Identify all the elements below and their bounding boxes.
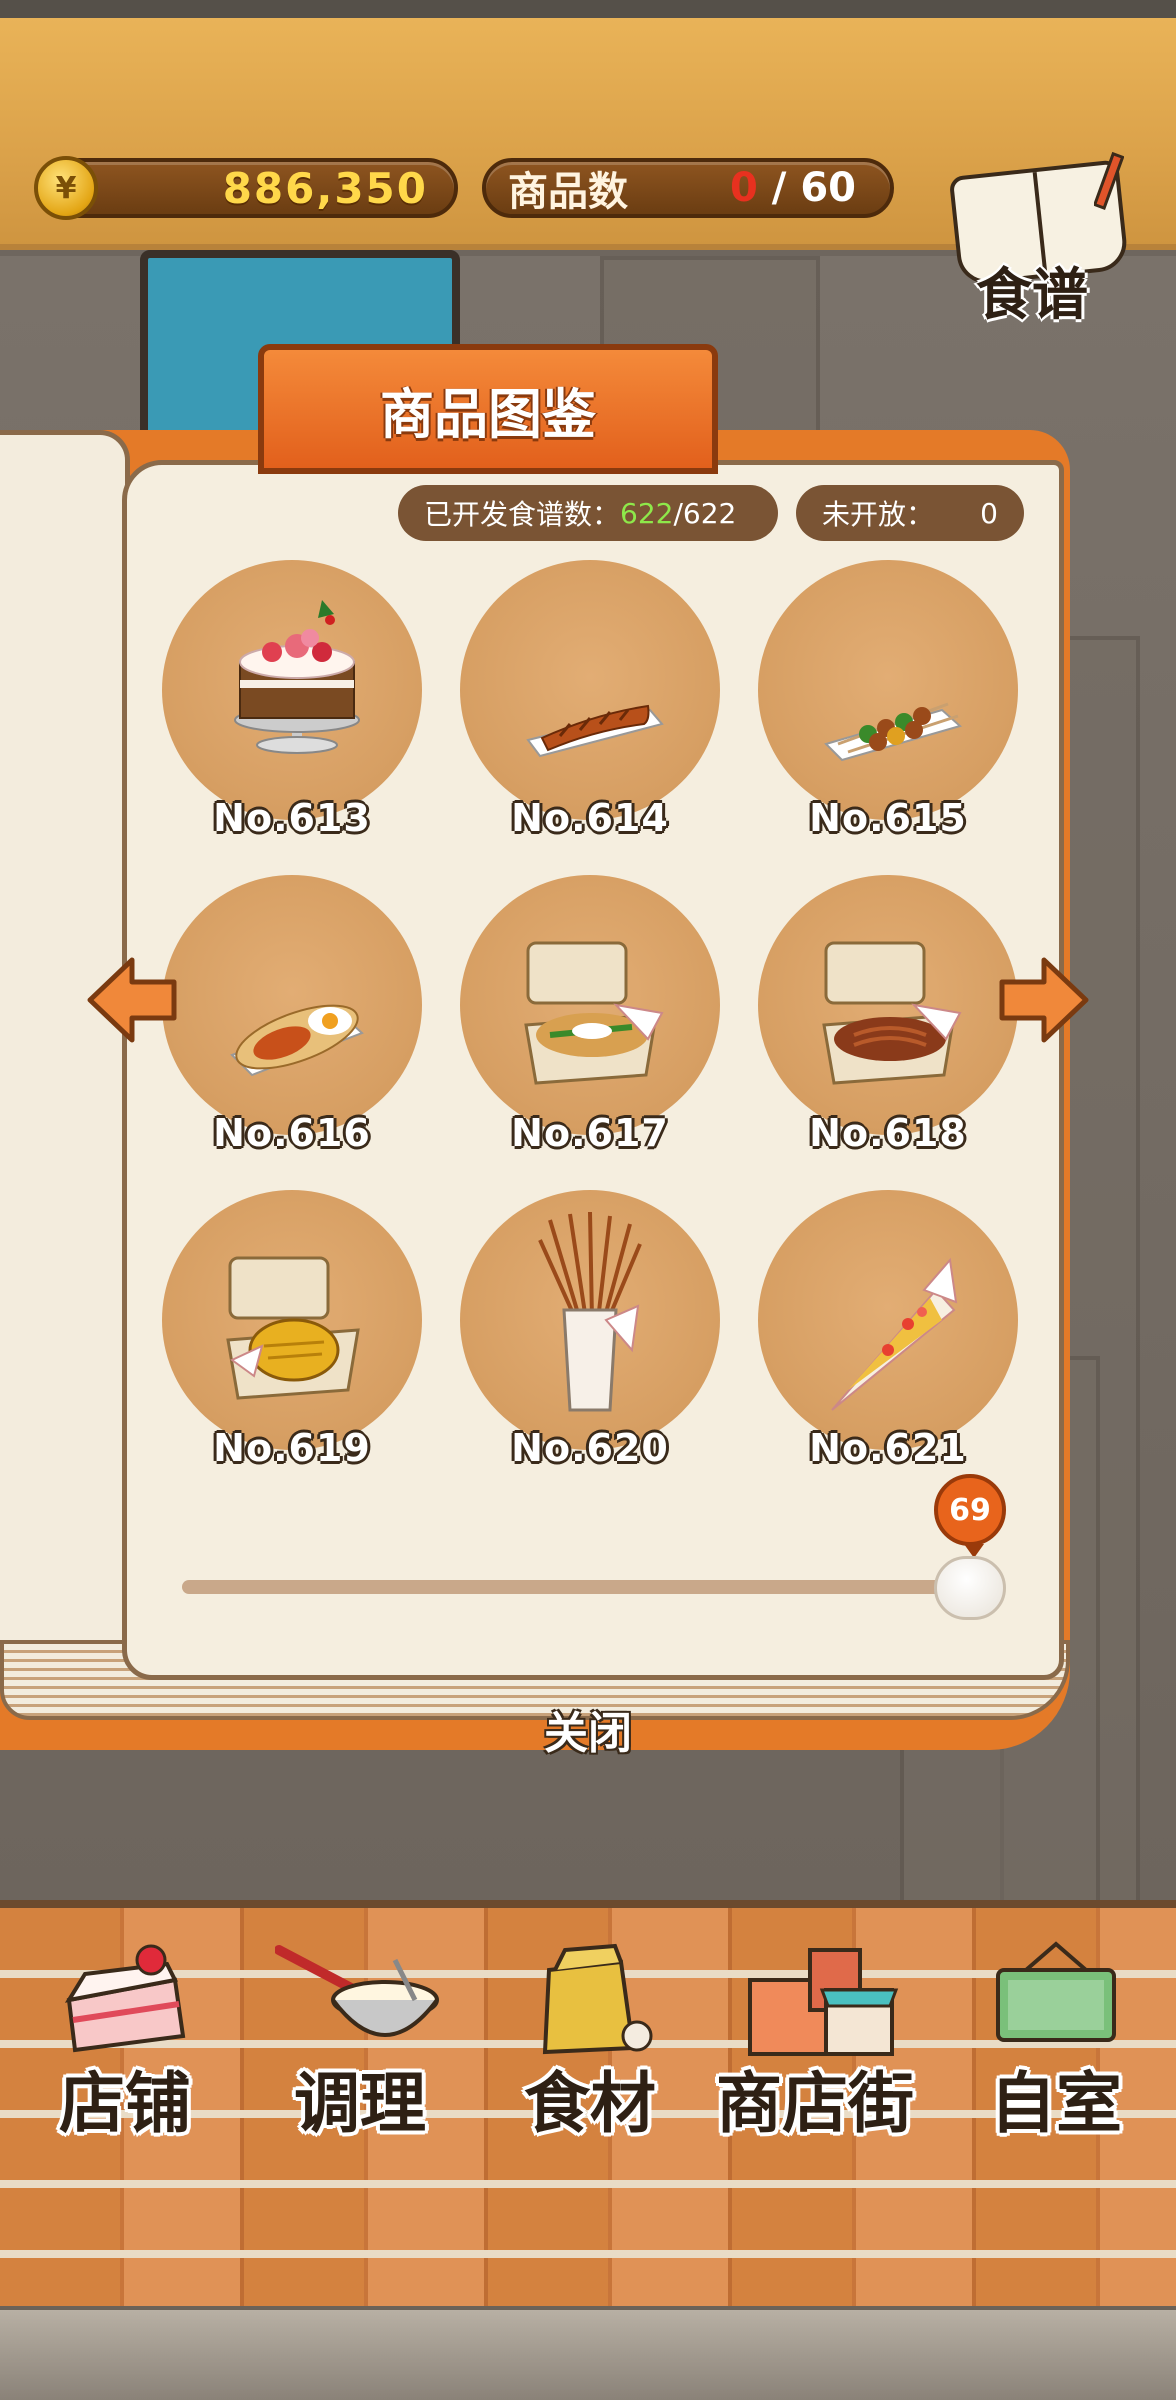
recipe-number: No.621 xyxy=(809,1426,967,1470)
grilled-eel-icon xyxy=(526,704,664,758)
next-page-arrow-icon[interactable] xyxy=(996,952,1092,1048)
nav-label: 商店街 xyxy=(716,2065,914,2142)
product-count-max: 60 xyxy=(800,165,856,211)
recipe-number: No.618 xyxy=(809,1111,967,1155)
developed-total: /622 xyxy=(673,496,737,530)
recipe-item[interactable]: No.614 xyxy=(460,560,720,860)
recipe-item[interactable]: No.620 xyxy=(460,1190,720,1490)
omelet-flatbread-icon xyxy=(230,1004,364,1077)
recipe-item[interactable]: No.615 xyxy=(758,560,1018,860)
product-count-label: 商品数 xyxy=(508,169,628,215)
developed-current: 622 xyxy=(620,496,674,530)
recipe-number: No.614 xyxy=(511,796,669,840)
nav-ingredients[interactable]: 食材 xyxy=(510,1940,670,2142)
product-count-current: 0 xyxy=(730,165,758,211)
developed-label: 已开发食谱数： xyxy=(424,498,621,531)
product-count-display: 商品数 0 / 60 xyxy=(482,158,894,218)
shop-street-icon xyxy=(748,1948,899,2056)
nav-shopping-street[interactable]: 商店街 xyxy=(700,1940,930,2142)
christmas-cake-icon xyxy=(234,600,360,754)
recipe-number: No.613 xyxy=(213,796,371,840)
dialog-title: 商品图鉴 xyxy=(380,382,596,446)
nav-label: 店铺 xyxy=(59,2065,191,2142)
recipe-number: No.615 xyxy=(809,796,967,840)
recipe-item[interactable]: No.617 xyxy=(460,875,720,1175)
nav-label: 调理 xyxy=(294,2065,426,2142)
locked-recipes-stat: 未开放： 0 xyxy=(796,485,1024,541)
product-count-value: 0 / 60 xyxy=(730,165,856,211)
recipe-number: No.617 xyxy=(511,1111,669,1155)
recipe-number: No.620 xyxy=(511,1426,669,1470)
locked-label: 未开放： xyxy=(822,498,935,531)
okonomiyaki-box-icon xyxy=(524,941,664,1085)
recipe-item[interactable]: No.621 xyxy=(758,1190,1018,1490)
money-value: 886,350 xyxy=(222,163,428,213)
cake-icon xyxy=(64,1944,186,2053)
recipe-item[interactable]: No.618 xyxy=(758,875,1018,1175)
yen-coin-icon: ¥ xyxy=(34,156,98,220)
baked-potato-box-icon xyxy=(226,1256,360,1400)
nav-label: 自室 xyxy=(990,2065,1122,2142)
recipe-item[interactable]: No.613 xyxy=(162,560,422,860)
recipe-button[interactable]: 食谱 xyxy=(946,150,1136,328)
product-count-sep: / xyxy=(771,165,787,211)
prev-page-arrow-icon[interactable] xyxy=(84,952,180,1048)
yakisoba-box-icon xyxy=(822,941,962,1085)
mixing-bowl-icon xyxy=(275,1945,439,2037)
locked-value: 0 xyxy=(980,496,998,530)
popcorn-cone-icon xyxy=(831,1257,958,1411)
nav-shop[interactable]: 店铺 xyxy=(40,1940,210,2142)
recipe-item[interactable]: No.619 xyxy=(162,1190,422,1490)
status-strip xyxy=(0,0,1176,18)
currency-symbol: ¥ xyxy=(55,170,77,206)
nav-my-room[interactable]: 自室 xyxy=(966,1940,1146,2142)
page-indicator-bubble: 69 xyxy=(934,1474,1006,1558)
staff-only-sign-icon xyxy=(996,1941,1116,2042)
nav-cooking[interactable]: 调理 xyxy=(270,1940,450,2142)
money-display: 886,350 xyxy=(38,158,458,218)
yakitori-skewers-icon xyxy=(824,702,963,762)
dialog-title-tab: 商品图鉴 xyxy=(258,344,718,474)
ingredient-bag-icon xyxy=(542,1943,653,2055)
recipe-item[interactable]: No.616 xyxy=(162,875,422,1175)
nav-label: 食材 xyxy=(524,2065,656,2142)
recipe-number: No.616 xyxy=(213,1111,371,1155)
pretzel-sticks-cup-icon xyxy=(538,1211,642,1412)
pencil-icon xyxy=(1094,151,1124,210)
close-button[interactable]: 关闭 xyxy=(488,1694,688,1764)
page-slider-track[interactable] xyxy=(182,1580,1002,1594)
recipe-number: No.619 xyxy=(213,1426,371,1470)
page-slider-thumb[interactable] xyxy=(934,1556,1006,1620)
recipe-label: 食谱 xyxy=(976,263,1088,328)
developed-recipes-stat: 已开发食谱数： 622/622 xyxy=(398,485,778,541)
book-left-page xyxy=(0,430,130,1690)
